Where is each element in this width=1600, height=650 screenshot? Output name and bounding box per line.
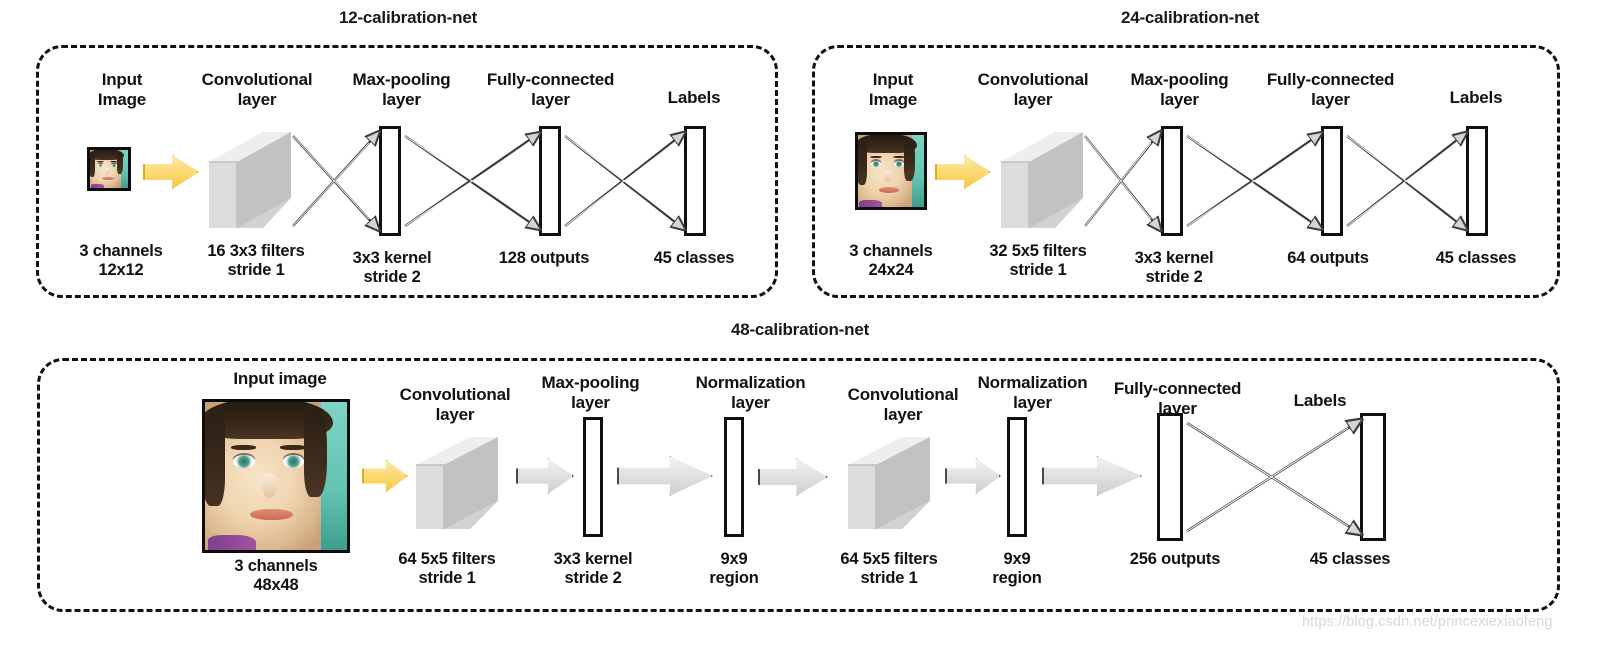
net48-input-arrow-icon: [362, 459, 408, 493]
net48-label-norm-layer-1: Normalization layer: [695, 373, 806, 412]
net24-maxpool-bar: [1161, 126, 1183, 236]
net24-conv-cube-icon: [993, 126, 1089, 234]
net12-caption-input-image: 3 channels 12x12: [79, 242, 163, 279]
net24-label-maxpool-layer: Max-pooling layer: [1130, 70, 1229, 109]
net48-norm-1-bar: [724, 417, 744, 537]
net12-conv-cube-icon: [201, 126, 297, 234]
panel-title-48: 48-calibration-net: [730, 320, 870, 339]
net48-caption-norm-layer-1: 9x9 region: [709, 550, 759, 587]
net48-caption-labels: 45 classes: [1309, 550, 1391, 568]
net48-input-face-image: [202, 399, 350, 553]
panel-title-24: 24-calibration-net: [1120, 8, 1260, 27]
net12-label-labels: Labels: [667, 88, 721, 107]
net12-label-fc-layer: Fully-connected layer: [486, 70, 615, 109]
panel-48-calibration-net: Input image Convolutional layer Max-pool…: [37, 358, 1560, 612]
net12-caption-conv-layer: 16 3x3 filters stride 1: [207, 242, 305, 279]
net24-caption-labels: 45 classes: [1435, 249, 1517, 267]
net12-maxpool-bar: [379, 126, 401, 236]
net24-caption-input-image: 3 channels 24x24: [849, 242, 933, 279]
net48-caption-norm-layer-2: 9x9 region: [992, 550, 1042, 587]
net24-input-arrow-icon: [935, 154, 991, 190]
net12-input-arrow-icon: [143, 154, 199, 190]
panel-title-12: 12-calibration-net: [338, 8, 478, 27]
net48-arrow-conv1-to-maxpool-icon: [516, 458, 574, 494]
net48-conv-cube-2-icon: [840, 431, 936, 535]
net48-label-labels: Labels: [1293, 391, 1347, 410]
net24-caption-maxpool-layer: 3x3 kernel stride 2: [1134, 249, 1214, 286]
net24-label-conv-layer: Convolutional layer: [977, 70, 1089, 109]
net12-caption-fc-layer: 128 outputs: [498, 249, 590, 267]
net12-label-maxpool-layer: Max-pooling layer: [352, 70, 451, 109]
net48-fc-bar: [1157, 413, 1183, 541]
net48-arrow-conv2-to-norm2-icon: [945, 458, 1001, 494]
net48-maxpool-bar: [583, 417, 603, 537]
face-content: [90, 150, 128, 188]
panel-12-calibration-net: Input Image Convolutional layer Max-pool…: [36, 45, 778, 298]
net12-input-face-thumbnail: [87, 147, 131, 191]
net12-fc-bar: [539, 126, 561, 236]
diagram-root: 12-calibration-net Input Image Convoluti…: [0, 0, 1600, 650]
net48-arrow-maxpool-to-norm1-icon: [617, 456, 713, 496]
net48-caption-conv-layer-2: 64 5x5 filters stride 1: [840, 550, 938, 587]
net24-labels-bar: [1466, 126, 1488, 236]
net48-caption-fc-layer: 256 outputs: [1129, 550, 1221, 568]
net24-label-fc-layer: Fully-connected layer: [1266, 70, 1395, 109]
panel-24-calibration-net: Input Image Convolutional layer Max-pool…: [812, 45, 1560, 298]
net24-input-face-thumbnail: [855, 132, 927, 210]
net24-caption-conv-layer: 32 5x5 filters stride 1: [989, 242, 1087, 279]
net12-caption-labels: 45 classes: [653, 249, 735, 267]
net48-arrow-norm1-to-conv2-icon: [758, 458, 828, 496]
net48-label-conv-layer-1: Convolutional layer: [399, 385, 511, 424]
face-content: [205, 402, 347, 550]
net48-conv-cube-1-icon: [408, 431, 504, 535]
net48-norm-2-bar: [1007, 417, 1027, 537]
watermark-text: https://blog.csdn.net/princexiexiaofeng: [1302, 614, 1553, 630]
net48-arrow-norm2-to-fc-icon: [1042, 456, 1142, 496]
net12-caption-maxpool-layer: 3x3 kernel stride 2: [352, 249, 432, 286]
net48-labels-bar: [1360, 413, 1386, 541]
net48-caption-conv-layer-1: 64 5x5 filters stride 1: [398, 550, 496, 587]
net48-caption-maxpool: 3x3 kernel stride 2: [553, 550, 633, 587]
net48-label-input-image: Input image: [233, 369, 327, 388]
net24-fc-bar: [1321, 126, 1343, 236]
net12-labels-bar: [684, 126, 706, 236]
face-content: [858, 135, 924, 207]
net48-label-maxpool: Max-pooling layer: [541, 373, 640, 412]
net12-label-input-image: Input Image: [97, 70, 147, 109]
net48-caption-input-image: 3 channels 48x48: [234, 557, 318, 594]
net24-label-input-image: Input Image: [868, 70, 918, 109]
net12-label-conv-layer: Convolutional layer: [201, 70, 313, 109]
net24-label-labels: Labels: [1449, 88, 1503, 107]
net24-caption-fc-layer: 64 outputs: [1287, 249, 1369, 267]
